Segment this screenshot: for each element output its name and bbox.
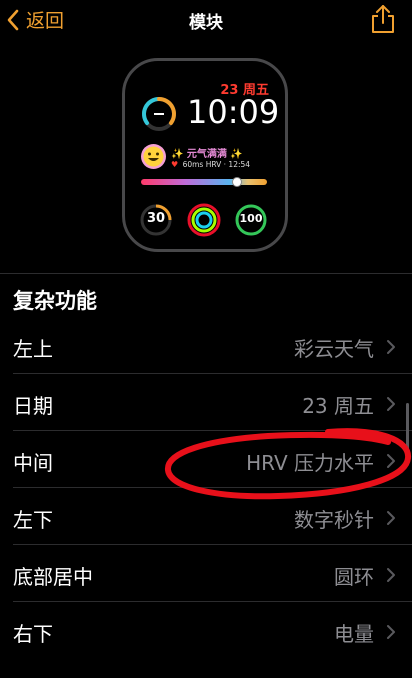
weather-text: ✨ 元气满满 ✨	[171, 149, 243, 160]
section-title: 复杂功能	[13, 289, 97, 313]
ring-left-value: 30	[146, 211, 166, 226]
page-title: 模块	[189, 13, 223, 33]
heart-icon: ♥	[171, 160, 179, 169]
row-value: 23 周五	[302, 394, 374, 418]
ring-right-value: 100	[239, 212, 263, 225]
row-date[interactable]: 日期 23 周五	[0, 374, 412, 431]
row-value: 彩云天气	[294, 337, 374, 361]
share-icon[interactable]	[370, 4, 396, 34]
hrv-reading: ♥ 60ms HRV · 12:54	[171, 160, 250, 169]
row-bottom-right[interactable]: 右下 电量	[0, 602, 412, 659]
row-top-left[interactable]: 左上 彩云天气	[0, 317, 412, 374]
ring-complication-right: 100	[234, 203, 268, 237]
row-value: 圆环	[334, 565, 374, 589]
chevron-right-icon	[387, 340, 395, 354]
chevron-right-icon	[387, 511, 395, 525]
ring-complication-left: 30	[139, 203, 173, 237]
activity-rings	[187, 203, 221, 237]
row-label: 底部居中	[13, 565, 93, 589]
section-divider	[0, 273, 412, 274]
gauge-complication-icon	[142, 97, 176, 131]
hrv-text: 60ms HRV · 12:54	[182, 160, 251, 169]
row-label: 左下	[13, 508, 53, 532]
navigation-bar: 返回 模块	[0, 0, 412, 40]
stress-gradient-bar	[141, 177, 267, 187]
row-bottom-center[interactable]: 底部居中 圆环	[0, 545, 412, 602]
row-value: 电量	[334, 622, 374, 646]
watch-face-preview[interactable]: 23 周五 10:09 ✨ 元气满满 ✨ ♥ 60ms HRV · 12:54	[122, 58, 288, 252]
row-label: 中间	[13, 451, 53, 475]
watch-time: 10:09	[187, 93, 280, 131]
row-label: 右下	[13, 622, 53, 646]
row-middle[interactable]: 中间 HRV 压力水平	[0, 431, 412, 488]
chevron-right-icon	[387, 397, 395, 411]
row-bottom-left[interactable]: 左下 数字秒针	[0, 488, 412, 545]
row-label: 左上	[13, 337, 53, 361]
activity-rings-icon	[187, 203, 221, 237]
chevron-right-icon	[387, 568, 395, 582]
chevron-right-icon	[387, 625, 395, 639]
chevron-right-icon	[387, 454, 395, 468]
row-value: HRV 压力水平	[246, 451, 374, 475]
complications-list: 左上 彩云天气 日期 23 周五 中间 HRV 压力水平 左下 数字秒针 底部居…	[0, 317, 412, 659]
row-label: 日期	[13, 394, 53, 418]
row-value: 数字秒针	[294, 508, 374, 532]
smiley-icon	[141, 144, 166, 169]
scroll-indicator[interactable]	[406, 403, 409, 463]
